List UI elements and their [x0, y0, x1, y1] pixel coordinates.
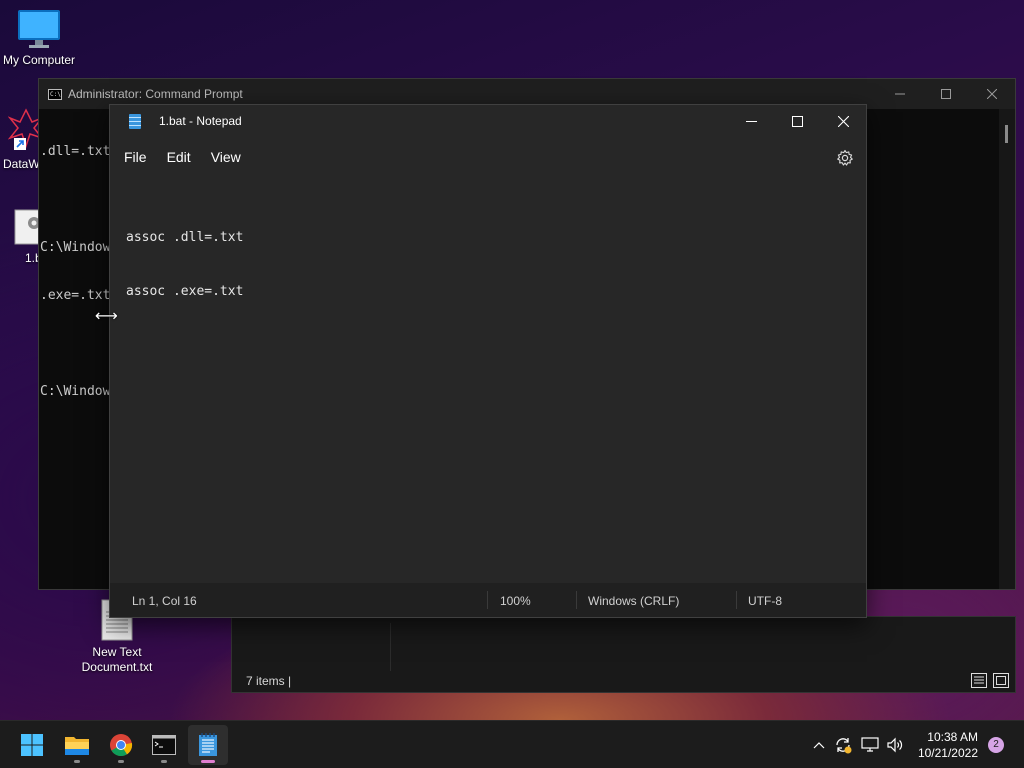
cmd-maximize-button[interactable]	[923, 79, 969, 109]
chevron-up-icon	[813, 742, 825, 749]
status-divider	[736, 591, 737, 609]
start-button[interactable]	[12, 725, 52, 765]
file-explorer-icon	[65, 737, 89, 755]
notepad-app-icon	[129, 113, 141, 129]
encoding: UTF-8	[748, 594, 782, 608]
cmd-app-icon: C:\	[48, 88, 62, 100]
text-line: assoc .exe=.txt	[126, 284, 244, 299]
batch-file-icon	[14, 209, 40, 245]
desktop-icon-my-computer[interactable]: My Computer	[0, 8, 78, 68]
chrome-icon	[110, 734, 133, 757]
notepad-status-bar: Ln 1, Col 16 100% Windows (CRLF) UTF-8	[110, 583, 866, 617]
dataw-app-icon	[7, 108, 40, 150]
zoom-level: 100%	[500, 594, 531, 608]
line-ending: Windows (CRLF)	[588, 594, 680, 608]
notepad-minimize-button[interactable]	[728, 105, 774, 137]
running-indicator	[201, 760, 215, 763]
cmd-scrollbar[interactable]	[999, 109, 1015, 589]
notepad-text-area[interactable]: assoc .dll=.txt assoc .exe=.txt	[110, 177, 866, 583]
file-explorer-window[interactable]: 7 items |	[231, 616, 1016, 693]
show-hidden-icons-button[interactable]	[808, 721, 830, 768]
clock[interactable]: 10:38 AM 10/21/2022	[918, 729, 978, 761]
desktop-icon-label: DataW	[3, 157, 40, 171]
resize-cursor-icon: ⟷	[95, 308, 118, 325]
desktop-icon-label: New Text Document.txt	[81, 645, 153, 674]
notification-badge[interactable]: 2	[988, 737, 1004, 753]
running-indicator	[118, 760, 124, 763]
volume-button[interactable]	[884, 721, 906, 768]
notepad-window[interactable]: 1.bat - Notepad File Edit View assoc .dl…	[109, 104, 867, 618]
menu-view[interactable]: View	[201, 137, 251, 177]
minimize-icon	[895, 93, 905, 95]
menu-file[interactable]: File	[114, 137, 157, 177]
taskbar-command-prompt[interactable]	[144, 725, 184, 765]
cmd-close-button[interactable]	[969, 79, 1015, 109]
notepad-window-title: 1.bat - Notepad	[159, 114, 242, 128]
maximize-icon	[791, 115, 803, 127]
cmd-minimize-button[interactable]	[877, 79, 923, 109]
minimize-icon	[745, 120, 757, 122]
network-button[interactable]	[859, 721, 881, 768]
monitor-icon	[18, 10, 60, 48]
status-divider	[576, 591, 577, 609]
clock-date: 10/21/2022	[917, 746, 978, 760]
taskbar-notepad[interactable]	[188, 725, 228, 765]
notepad-icon	[199, 733, 217, 756]
details-view-icon	[974, 676, 984, 684]
running-indicator	[161, 760, 167, 763]
large-icons-view-icon	[996, 676, 1006, 685]
sync-status-button[interactable]	[832, 721, 854, 768]
desktop-icon-dataw[interactable]: DataW	[0, 108, 40, 172]
text-line: assoc .dll=.txt	[126, 230, 244, 245]
start-icon	[21, 734, 43, 756]
settings-button[interactable]	[836, 149, 854, 167]
large-icons-view-button[interactable]	[993, 673, 1009, 688]
gear-icon	[837, 149, 853, 166]
desktop-icon-bat-file[interactable]: 1.b	[0, 208, 40, 266]
notepad-close-button[interactable]	[820, 105, 866, 137]
speaker-icon	[887, 737, 903, 753]
explorer-status-text: 7 items |	[246, 674, 292, 688]
desktop-icon-label: My Computer	[2, 53, 76, 67]
notepad-maximize-button[interactable]	[774, 105, 820, 137]
pane-divider	[390, 623, 391, 671]
cursor-position: Ln 1, Col 16	[132, 594, 197, 608]
notepad-title-bar[interactable]: 1.bat - Notepad	[110, 105, 866, 137]
notepad-menu-bar: File Edit View	[110, 137, 866, 177]
close-icon	[987, 89, 997, 99]
sync-warning-icon	[836, 738, 852, 754]
scrollbar-thumb[interactable]	[1005, 125, 1008, 143]
running-indicator	[74, 760, 80, 763]
cmd-window-title: Administrator: Command Prompt	[68, 87, 243, 101]
taskbar: 10:38 AM 10/21/2022 2	[0, 720, 1024, 768]
close-icon	[837, 115, 849, 127]
taskbar-file-explorer[interactable]	[57, 725, 97, 765]
network-icon	[861, 737, 879, 752]
menu-edit[interactable]: Edit	[157, 137, 201, 177]
taskbar-chrome[interactable]	[101, 725, 141, 765]
maximize-icon	[941, 89, 951, 99]
terminal-icon	[152, 735, 176, 755]
clock-time: 10:38 AM	[927, 730, 978, 744]
status-divider	[487, 591, 488, 609]
details-view-button[interactable]	[971, 673, 987, 688]
